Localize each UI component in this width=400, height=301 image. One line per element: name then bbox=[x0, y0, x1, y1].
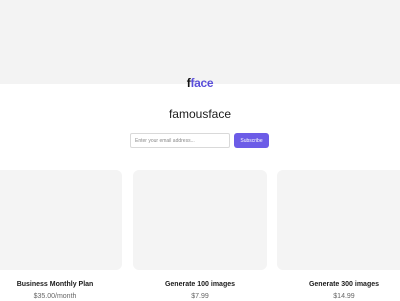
product-image[interactable] bbox=[133, 170, 267, 270]
email-input[interactable] bbox=[130, 133, 230, 148]
product-card[interactable]: Generate 300 images $14.99 bbox=[277, 170, 400, 301]
subscribe-button[interactable]: Subscribe bbox=[234, 133, 269, 148]
product-image[interactable] bbox=[277, 170, 400, 270]
cover-banner bbox=[0, 0, 400, 84]
page-title: famousface bbox=[168, 107, 232, 121]
product-title[interactable]: Generate 100 images bbox=[133, 280, 267, 289]
brand-logo[interactable]: fface bbox=[0, 76, 400, 90]
subscribe-form: Subscribe bbox=[130, 133, 269, 148]
logo-text: face bbox=[190, 76, 214, 90]
product-card[interactable]: Generate 100 images $7.99 bbox=[133, 170, 267, 301]
product-image[interactable] bbox=[0, 170, 122, 270]
product-title[interactable]: Generate 300 images bbox=[277, 280, 400, 289]
product-card[interactable]: Business Monthly Plan $35.00/month bbox=[0, 170, 122, 301]
product-title[interactable]: Business Monthly Plan bbox=[0, 280, 122, 289]
